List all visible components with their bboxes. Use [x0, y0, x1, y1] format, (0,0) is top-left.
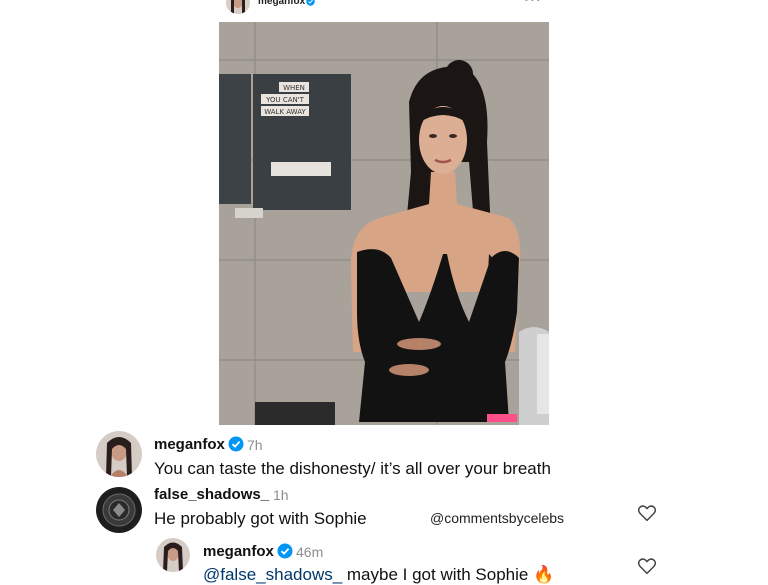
comment-avatar[interactable]: [156, 538, 190, 572]
watermark-text: @commentsbycelebs: [430, 510, 565, 526]
comment-timestamp: 1h: [273, 487, 289, 503]
comment-username[interactable]: false_shadows_: [154, 486, 269, 503]
comment-username[interactable]: meganfox: [203, 543, 274, 560]
poster-text-1: WHEN: [283, 84, 305, 92]
post-header: meganfox •••: [0, 0, 768, 16]
comment-timestamp: 7h: [247, 437, 263, 453]
fire-emoji: 🔥: [533, 565, 555, 584]
comment-text: He probably got with Sophie: [154, 509, 367, 528]
comment-timestamp: 46m: [296, 544, 324, 560]
like-heart-icon[interactable]: [637, 504, 657, 522]
photo-illustration: WHEN YOU CAN'T WALK AWAY: [219, 22, 549, 425]
comment-avatar[interactable]: [96, 431, 142, 477]
post-photo[interactable]: WHEN YOU CAN'T WALK AWAY: [219, 22, 549, 425]
verified-badge-icon: [277, 543, 293, 559]
verified-badge-icon: [228, 436, 244, 452]
post-author-avatar[interactable]: [226, 0, 250, 14]
post-author-username[interactable]: meganfox: [258, 0, 305, 7]
mention-link[interactable]: @false_shadows_: [203, 565, 342, 584]
comment-avatar[interactable]: [96, 487, 142, 533]
comment-text: You can taste the dishonesty/ it’s all o…: [154, 459, 551, 478]
more-options-icon[interactable]: •••: [524, 0, 542, 6]
comment-username[interactable]: meganfox: [154, 436, 225, 453]
reply-body: maybe I got with Sophie: [342, 565, 529, 584]
poster-text-2: YOU CAN'T: [265, 96, 305, 104]
poster-text-3: WALK AWAY: [264, 108, 306, 116]
comment-text: @false_shadows_ maybe I got with Sophie …: [203, 565, 554, 585]
like-heart-icon[interactable]: [637, 557, 657, 575]
verified-badge-icon: [306, 0, 315, 6]
